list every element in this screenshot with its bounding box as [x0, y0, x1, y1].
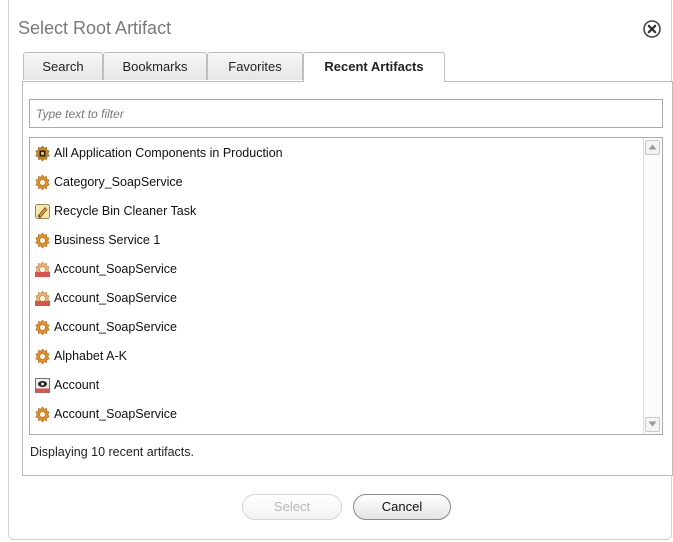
dialog-title: Select Root Artifact: [18, 18, 172, 38]
gear-icon: [35, 231, 50, 249]
gear-draft-icon: [35, 289, 50, 307]
task-icon: [35, 203, 50, 219]
recent-artifacts-list: All Application Components in Production…: [29, 137, 663, 435]
tab-favorites[interactable]: Favorites: [207, 52, 303, 80]
list-item-label: Account_SoapService: [54, 320, 177, 334]
list-item-label: All Application Components in Production: [54, 146, 283, 160]
gear-draft-icon: [35, 260, 50, 278]
status-text: Displaying 10 recent artifacts.: [30, 445, 194, 459]
list-item[interactable]: Account_SoapService: [34, 258, 644, 280]
list-item[interactable]: Category_SoapService: [34, 171, 644, 193]
filter-input[interactable]: [29, 99, 663, 128]
list-item-label: Recycle Bin Cleaner Task: [54, 204, 197, 218]
list-item[interactable]: Account_SoapService: [34, 316, 644, 338]
tab-recent-artifacts[interactable]: Recent Artifacts: [303, 52, 445, 82]
list-item[interactable]: All Application Components in Production: [34, 142, 644, 164]
list-item[interactable]: Business Service 1: [34, 229, 644, 251]
tab-bookmarks[interactable]: Bookmarks: [103, 52, 207, 80]
app-component-icon: [35, 144, 50, 162]
list-item-label: Account: [54, 378, 100, 392]
gear-icon: [35, 347, 50, 365]
list-item-label: Category_SoapService: [54, 175, 183, 189]
close-icon[interactable]: [643, 20, 661, 38]
artifact-tabs: Search Bookmarks Favorites Recent Artifa…: [23, 52, 663, 82]
list-item[interactable]: Account_SoapService: [34, 287, 644, 309]
list-item[interactable]: Recycle Bin Cleaner Task: [34, 200, 644, 222]
scroll-down-button[interactable]: [645, 417, 660, 432]
list-item-label: Account_SoapService: [54, 291, 177, 305]
triangle-up-icon: [648, 144, 657, 150]
list-item-label: Business Service 1: [54, 233, 161, 247]
list-item[interactable]: Alphabet A-K: [34, 345, 644, 367]
select-button[interactable]: Select: [242, 494, 342, 520]
gear-icon: [35, 405, 50, 423]
gear-icon: [35, 318, 50, 336]
list-item-label: Alphabet A-K: [54, 349, 127, 363]
list-item-label: Account_SoapService: [54, 407, 177, 421]
cancel-button[interactable]: Cancel: [353, 494, 451, 520]
list-scrollbar[interactable]: [643, 138, 662, 434]
account-entity-icon: [35, 377, 50, 393]
gear-icon: [35, 173, 50, 191]
list-item[interactable]: Account_SoapService: [34, 403, 644, 425]
triangle-down-icon: [648, 421, 657, 427]
scroll-up-button[interactable]: [645, 140, 660, 155]
list-item[interactable]: Account: [34, 374, 644, 396]
tab-search[interactable]: Search: [23, 52, 103, 80]
list-item-label: Account_SoapService: [54, 262, 177, 276]
